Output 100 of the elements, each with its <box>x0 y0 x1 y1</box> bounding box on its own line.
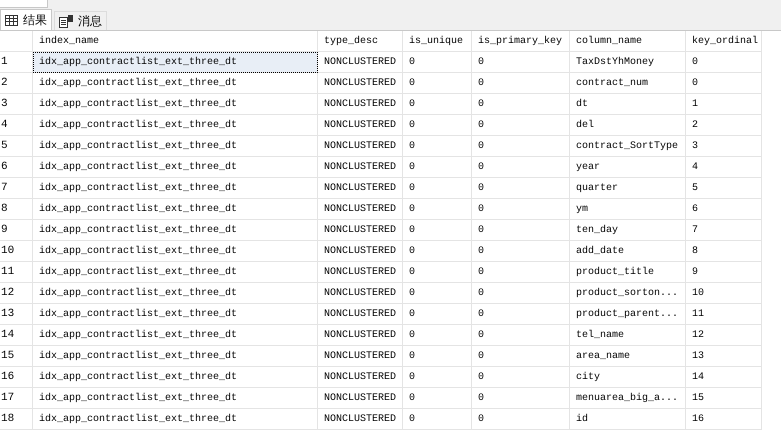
table-cell: year <box>570 157 686 178</box>
table-cell: city <box>570 367 686 388</box>
row-number: 16 <box>0 367 33 388</box>
table-cell: product_sorton... <box>570 283 686 304</box>
table-cell: NONCLUSTERED <box>318 220 403 241</box>
table-cell: idx_app_contractlist_ext_three_dt <box>33 115 318 136</box>
table-cell: 0 <box>472 220 570 241</box>
table-cell: idx_app_contractlist_ext_three_dt <box>33 178 318 199</box>
table-cell: 0 <box>472 73 570 94</box>
table-cell: 0 <box>403 367 472 388</box>
row-number: 8 <box>0 199 33 220</box>
table-cell: 0 <box>472 52 570 73</box>
table-cell: area_name <box>570 346 686 367</box>
table-cell: 0 <box>403 283 472 304</box>
table-cell: del <box>570 115 686 136</box>
row-number: 10 <box>0 241 33 262</box>
table-cell: 0 <box>472 346 570 367</box>
table-cell: 0 <box>472 304 570 325</box>
table-cell: NONCLUSTERED <box>318 304 403 325</box>
table-cell: add_date <box>570 241 686 262</box>
column-header: key_ordinal <box>686 31 762 52</box>
table-cell: dt <box>570 94 686 115</box>
table-cell: 0 <box>403 157 472 178</box>
table-cell: ten_day <box>570 220 686 241</box>
table-cell: 0 <box>403 241 472 262</box>
column-header: is_primary_key <box>472 31 570 52</box>
row-number: 2 <box>0 73 33 94</box>
table-cell: 0 <box>403 346 472 367</box>
table-cell: menuarea_big_a... <box>570 388 686 409</box>
table-cell: 4 <box>686 157 762 178</box>
row-number: 15 <box>0 346 33 367</box>
column-header: column_name <box>570 31 686 52</box>
table-cell: 0 <box>403 220 472 241</box>
table-cell: idx_app_contractlist_ext_three_dt <box>33 94 318 115</box>
table-cell: 0 <box>686 73 762 94</box>
table-cell: 0 <box>403 52 472 73</box>
table-cell: 6 <box>686 199 762 220</box>
row-number: 11 <box>0 262 33 283</box>
table-cell: 0 <box>403 388 472 409</box>
table-cell: 0 <box>472 94 570 115</box>
table-cell: 11 <box>686 304 762 325</box>
row-number: 5 <box>0 136 33 157</box>
table-cell: 0 <box>472 136 570 157</box>
table-cell: 0 <box>403 136 472 157</box>
table-cell: idx_app_contractlist_ext_three_dt <box>33 73 318 94</box>
row-number: 13 <box>0 304 33 325</box>
table-cell: 0 <box>472 388 570 409</box>
table-cell: 0 <box>472 115 570 136</box>
table-cell: 14 <box>686 367 762 388</box>
row-number: 4 <box>0 115 33 136</box>
table-cell: NONCLUSTERED <box>318 241 403 262</box>
table-cell: NONCLUSTERED <box>318 178 403 199</box>
table-cell: 3 <box>686 136 762 157</box>
table-cell: 0 <box>472 241 570 262</box>
table-cell: 0 <box>403 115 472 136</box>
panel-edge <box>0 0 48 8</box>
table-cell: NONCLUSTERED <box>318 346 403 367</box>
table-cell: 0 <box>403 304 472 325</box>
table-cell: 0 <box>472 199 570 220</box>
row-number: 17 <box>0 388 33 409</box>
table-cell: NONCLUSTERED <box>318 73 403 94</box>
table-cell: idx_app_contractlist_ext_three_dt <box>33 241 318 262</box>
table-cell: contract_num <box>570 73 686 94</box>
table-cell: 0 <box>403 178 472 199</box>
table-cell: 7 <box>686 220 762 241</box>
table-cell: idx_app_contractlist_ext_three_dt <box>33 283 318 304</box>
table-cell: 1 <box>686 94 762 115</box>
tab[interactable]: 消息 <box>54 11 107 30</box>
row-number: 6 <box>0 157 33 178</box>
table-cell: id <box>570 409 686 430</box>
table-cell: NONCLUSTERED <box>318 136 403 157</box>
table-cell: 0 <box>472 262 570 283</box>
table-cell: 0 <box>403 262 472 283</box>
table-cell: 0 <box>472 409 570 430</box>
table-cell: idx_app_contractlist_ext_three_dt <box>33 325 318 346</box>
table-cell: 0 <box>472 325 570 346</box>
table-cell: NONCLUSTERED <box>318 115 403 136</box>
table-cell: 10 <box>686 283 762 304</box>
row-number: 3 <box>0 94 33 115</box>
table-cell: idx_app_contractlist_ext_three_dt <box>33 346 318 367</box>
table-cell: idx_app_contractlist_ext_three_dt <box>33 52 318 73</box>
table-cell: 16 <box>686 409 762 430</box>
table-cell: 0 <box>403 73 472 94</box>
table-cell: 2 <box>686 115 762 136</box>
row-number: 7 <box>0 178 33 199</box>
table-cell: product_title <box>570 262 686 283</box>
tab[interactable]: 结果 <box>0 9 52 30</box>
column-header: type_desc <box>318 31 403 52</box>
table-cell: idx_app_contractlist_ext_three_dt <box>33 388 318 409</box>
grid-icon <box>5 14 18 26</box>
table-cell: NONCLUSTERED <box>318 388 403 409</box>
table-cell: 0 <box>472 178 570 199</box>
row-number: 14 <box>0 325 33 346</box>
table-cell: quarter <box>570 178 686 199</box>
table-cell: NONCLUSTERED <box>318 283 403 304</box>
document-icon <box>59 14 73 28</box>
table-cell: idx_app_contractlist_ext_three_dt <box>33 199 318 220</box>
table-cell: 0 <box>472 157 570 178</box>
table-cell: 8 <box>686 241 762 262</box>
table-cell: 15 <box>686 388 762 409</box>
